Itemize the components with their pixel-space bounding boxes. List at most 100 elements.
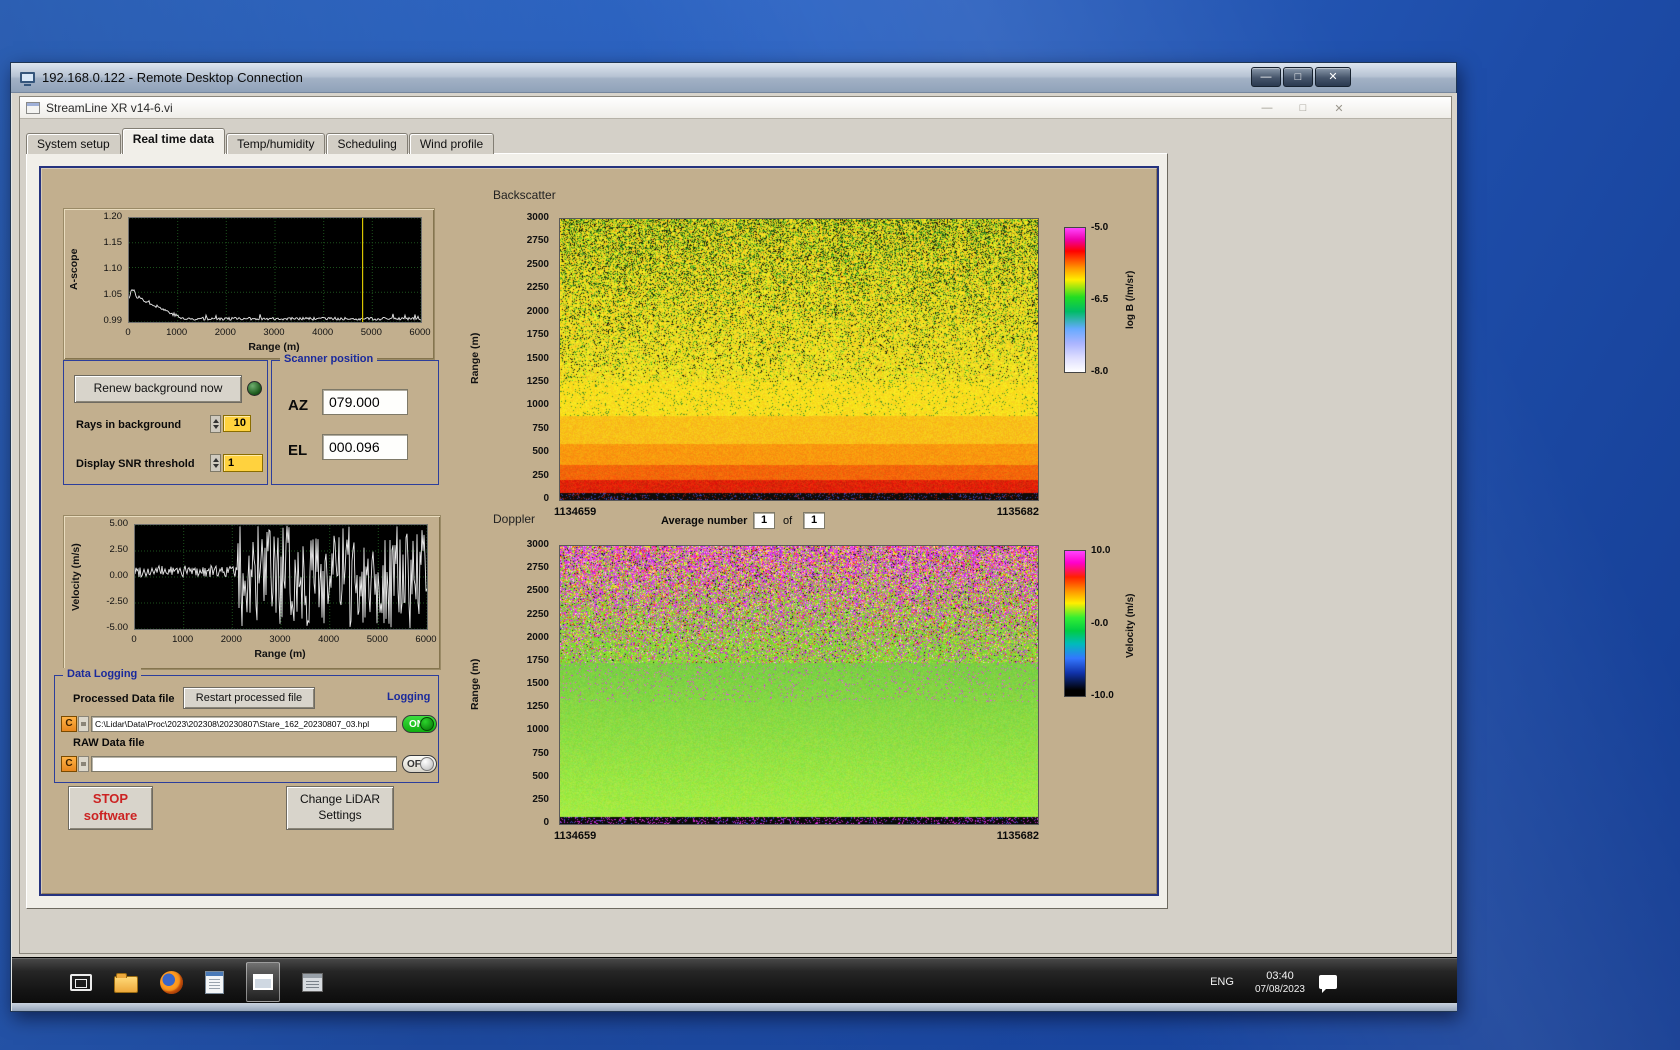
clock-date: 07/08/2023: [1255, 983, 1305, 996]
doppler-plot-area[interactable]: [559, 545, 1039, 825]
y-tick-label: 1000: [527, 399, 549, 411]
rdp-close-button[interactable]: ✕: [1315, 67, 1351, 87]
taskbar-clock[interactable]: 03:40 07/08/2023: [1255, 969, 1305, 996]
y-tick-label: 750: [532, 423, 549, 435]
y-tick-label: 2.50: [110, 544, 129, 556]
processed-logging-toggle[interactable]: ON: [402, 715, 437, 733]
app-minimize-button[interactable]: —: [1255, 102, 1279, 114]
raw-browse-icon[interactable]: [78, 756, 89, 772]
stop-software-button[interactable]: STOP software: [68, 786, 153, 830]
y-tick-label: 500: [532, 771, 549, 783]
tab-real-time-data[interactable]: Real time data: [122, 128, 225, 154]
notepad-icon[interactable]: [205, 971, 224, 994]
processed-drive-selector[interactable]: C: [61, 716, 77, 732]
x-tick-label: 1000: [166, 327, 187, 338]
backscatter-x-end: 1135682: [997, 506, 1039, 518]
y-tick-label: 1250: [527, 701, 549, 713]
task-view-icon[interactable]: [70, 974, 92, 991]
scanner-position-group: Scanner position AZ 079.000 EL 000.096: [271, 360, 439, 485]
colorbar-tick-mid: -0.0: [1091, 618, 1108, 630]
tab-page-real-time-data: A-scope 1.201.151.101.050.99 0 1000 2000 30…: [26, 153, 1168, 909]
y-tick-label: 1.20: [104, 211, 123, 223]
raw-logging-toggle[interactable]: OFF: [402, 755, 437, 773]
raw-drive-selector[interactable]: C: [61, 756, 77, 772]
doppler-x-labels: 1134659 1135682: [554, 830, 1039, 842]
y-tick-label: 2750: [527, 235, 549, 247]
taskbar: ENG 03:40 07/08/2023: [12, 957, 1457, 1005]
snr-spinner[interactable]: [210, 454, 221, 472]
tab-wind-profile[interactable]: Wind profile: [409, 133, 494, 154]
average-number-value: 1: [761, 514, 767, 526]
y-tick-label: 3000: [527, 539, 549, 551]
average-total-value: 1: [811, 514, 817, 526]
stop-label-line1: STOP: [93, 791, 128, 808]
app-restore-button[interactable]: □: [1291, 102, 1315, 114]
raw-path-field[interactable]: [91, 756, 397, 772]
az-value-field[interactable]: 079.000: [322, 389, 408, 415]
vi-icon: [26, 102, 40, 114]
velocity-y-axis-label: Velocity (m/s): [70, 524, 84, 630]
processed-browse-icon[interactable]: [78, 716, 89, 732]
processed-path-field[interactable]: C:\Lidar\Data\Proc\2023\202308\20230807\…: [91, 716, 397, 732]
tab-temp-humidity[interactable]: Temp/humidity: [226, 133, 325, 154]
rdp-window: 192.168.0.122 - Remote Desktop Connectio…: [10, 62, 1457, 1012]
processed-data-file-label: Processed Data file: [73, 693, 175, 705]
backscatter-y-axis-label: Range (m): [469, 218, 483, 499]
change-lidar-settings-button[interactable]: Change LiDAR Settings: [286, 786, 394, 830]
rays-spinner[interactable]: [210, 415, 221, 433]
x-tick-label: 5000: [361, 327, 382, 338]
notification-center-icon[interactable]: [1319, 975, 1337, 989]
file-explorer-icon[interactable]: [114, 976, 138, 993]
average-number-field[interactable]: 1: [753, 512, 775, 529]
scan-scheduler-icon[interactable]: [302, 973, 323, 992]
colorbar-tick-min: -10.0: [1091, 690, 1114, 702]
app-titlebar[interactable]: StreamLine XR v14-6.vi: [20, 97, 1451, 119]
restart-processed-file-label: Restart processed file: [196, 691, 302, 705]
x-tick-label: 2000: [221, 634, 242, 645]
raw-data-file-label: RAW Data file: [73, 737, 145, 749]
y-tick-label: 3000: [527, 212, 549, 224]
doppler-colorbar-label: Velocity (m/s): [1125, 556, 1139, 696]
snr-value-field[interactable]: 1: [223, 454, 263, 472]
y-tick-label: 1000: [527, 724, 549, 736]
doppler-title: Doppler: [493, 512, 535, 526]
tab-system-setup[interactable]: System setup: [26, 133, 121, 154]
restart-processed-file-button[interactable]: Restart processed file: [183, 687, 315, 709]
x-tick-label: 6000: [415, 634, 436, 645]
app-close-button[interactable]: ✕: [1327, 102, 1351, 115]
a-scope-plot-area[interactable]: [128, 217, 422, 323]
backscatter-y-ticks: 3000275025002250200017501500125010007505…: [499, 218, 551, 499]
firefox-icon[interactable]: [160, 971, 183, 994]
y-tick-label: 750: [532, 748, 549, 760]
doppler-x-start: 1134659: [554, 830, 596, 842]
az-label: AZ: [288, 397, 308, 414]
snr-value: 1: [228, 457, 234, 469]
renew-background-button[interactable]: Renew background now: [74, 375, 242, 403]
velocity-plot-area[interactable]: [134, 524, 428, 630]
y-tick-label: 250: [532, 794, 549, 806]
streamline-app-taskbar-button[interactable]: [246, 962, 280, 1002]
rdp-maximize-button[interactable]: □: [1283, 67, 1313, 87]
of-label: of: [783, 515, 792, 527]
x-tick-label: 0: [125, 327, 130, 338]
y-tick-label: -2.50: [106, 596, 128, 608]
doppler-x-end: 1135682: [997, 830, 1039, 842]
data-logging-title: Data Logging: [63, 668, 141, 680]
rays-value-field[interactable]: 10: [223, 415, 251, 432]
y-tick-label: 0: [543, 493, 549, 505]
backscatter-colorbar-label: log B (/m/sr): [1125, 230, 1139, 370]
rdp-minimize-button[interactable]: —: [1251, 67, 1281, 87]
backscatter-plot-area[interactable]: [559, 218, 1039, 501]
rdp-titlebar[interactable]: 192.168.0.122 - Remote Desktop Connectio…: [11, 63, 1456, 93]
doppler-colorbar-ticks: 10.0 -0.0 -10.0: [1087, 550, 1127, 697]
drive-letter: C: [65, 758, 72, 769]
el-value-field[interactable]: 000.096: [322, 434, 408, 460]
average-total-field[interactable]: 1: [803, 512, 825, 529]
el-label: EL: [288, 442, 307, 459]
tab-scheduling[interactable]: Scheduling: [326, 133, 407, 154]
a-scope-y-axis-label: A-scope: [68, 219, 82, 319]
y-tick-label: 1.05: [104, 289, 123, 301]
a-scope-y-ticks: 1.201.151.101.050.99: [84, 217, 124, 321]
language-indicator[interactable]: ENG: [1203, 971, 1241, 993]
streamline-app-window: StreamLine XR v14-6.vi — □ ✕ System setu…: [19, 96, 1452, 954]
